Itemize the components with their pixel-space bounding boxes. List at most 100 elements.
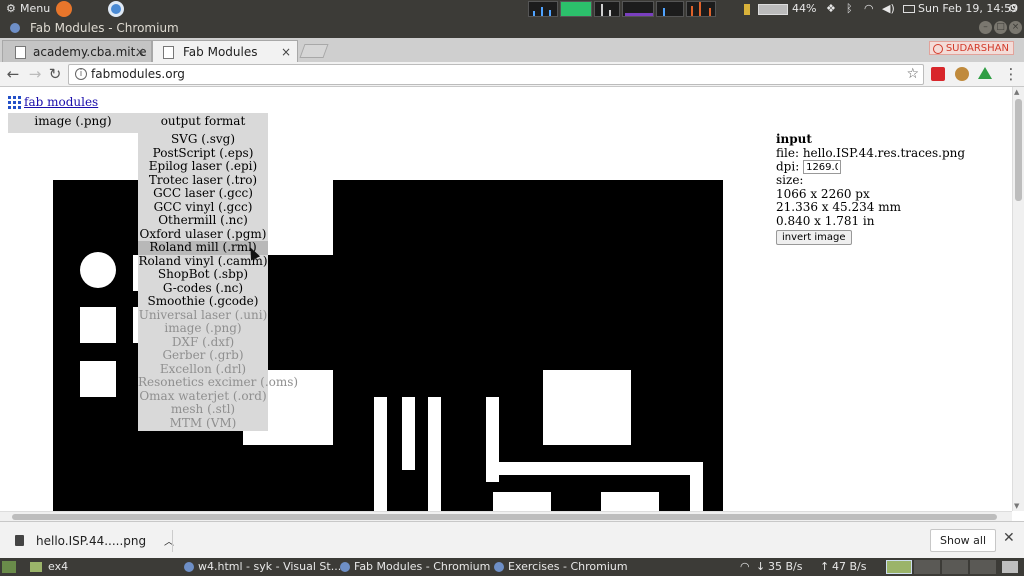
grid-icon: [8, 96, 21, 109]
input-panel: input file: hello.ISP.44.res.traces.png …: [776, 132, 996, 245]
vertical-scroll-thumb[interactable]: [1015, 99, 1022, 201]
workspace-switcher-4[interactable]: [970, 560, 996, 574]
scroll-down-icon[interactable]: ▼: [1014, 502, 1019, 510]
download-item[interactable]: hello.ISP.44.....png ︿: [12, 531, 174, 551]
input-format-selector[interactable]: image (.png): [8, 113, 138, 133]
swap-graph: [622, 1, 654, 17]
upload-arrow-icon: ↑: [820, 560, 830, 573]
bottom-taskbar: ex4 w4.html - syk - Visual St... Fab Mod…: [0, 558, 1024, 576]
profile-button[interactable]: SUDARSHAN: [928, 41, 1014, 55]
google-drive-icon[interactable]: [978, 67, 992, 79]
menu-item-gcc-laser[interactable]: GCC laser (.gcc): [138, 186, 268, 201]
menu-item-epilog-laser[interactable]: Epilog laser (.epi): [138, 159, 268, 174]
network-graph: [594, 1, 620, 17]
menu-item-excellon: Excellon (.drl): [159, 361, 247, 376]
menu-item-resonetics-excimer: Resonetics excimer (.oms): [138, 375, 299, 389]
load-graph: [656, 1, 684, 17]
tab-fab-modules[interactable]: Fab Modules ×: [152, 40, 298, 62]
network-wifi-icon: ◠: [740, 560, 750, 573]
menu-item-omax-waterjet: Omax waterjet (.ord): [139, 388, 267, 403]
taskbar-item-vscode[interactable]: w4.html - syk - Visual St...: [182, 559, 341, 575]
workspace-switcher-3[interactable]: [942, 560, 968, 574]
dpi-row: dpi:: [776, 160, 996, 174]
input-heading: input: [776, 132, 812, 146]
tab-close-icon[interactable]: ×: [135, 41, 145, 62]
chrome-menu-icon[interactable]: ⋮: [1002, 65, 1020, 83]
workspace-switcher-1[interactable]: [886, 560, 912, 574]
menu-item-othermill[interactable]: Othermill (.nc): [138, 213, 268, 228]
power-gear-icon[interactable]: ⚙: [1008, 2, 1018, 16]
menu-item-g-codes[interactable]: G-codes (.nc): [138, 281, 268, 296]
tab-academy[interactable]: academy.cba.mit.e ×: [2, 40, 152, 62]
format-controls: image (.png) output format: [8, 113, 268, 133]
extension-cookie-icon[interactable]: [955, 67, 969, 81]
window-title-bar[interactable]: Fab Modules - Chromium – □ ×: [0, 18, 1024, 38]
file-label: file:: [776, 145, 799, 160]
file-name: hello.ISP.44.res.traces.png: [802, 145, 966, 160]
page-favicon-icon: [15, 46, 26, 59]
bluetooth-icon[interactable]: ᛒ: [846, 2, 853, 16]
menu-item-smoothie[interactable]: Smoothie (.gcode): [138, 294, 268, 309]
menu-item-svg[interactable]: SVG (.svg): [138, 132, 268, 147]
battery-percent: 44%: [792, 2, 817, 15]
output-format-dropdown: SVG (.svg) PostScript (.eps) Epilog lase…: [138, 132, 299, 431]
address-bar[interactable]: i fabmodules.org ☆: [68, 64, 924, 85]
output-format-selector[interactable]: output format: [138, 113, 268, 133]
taskbar-item-ex4[interactable]: ex4: [48, 559, 68, 575]
reload-icon[interactable]: ↻: [46, 65, 64, 83]
power-battery-icon[interactable]: [903, 5, 915, 13]
minimize-button[interactable]: –: [979, 21, 992, 34]
maximize-button[interactable]: □: [994, 21, 1007, 34]
invert-image-button[interactable]: invert image: [776, 230, 852, 245]
dropbox-icon[interactable]: ❖: [826, 2, 836, 16]
close-window-button[interactable]: ×: [1009, 21, 1022, 34]
bookmark-star-icon[interactable]: ☆: [906, 65, 919, 84]
tab-label: Fab Modules: [183, 45, 258, 59]
forward-arrow-icon[interactable]: →: [26, 65, 44, 83]
disk-graph: [686, 1, 716, 17]
download-separator: [172, 530, 173, 552]
taskbar-item-exercises[interactable]: Exercises - Chromium: [492, 559, 628, 575]
menu-item-oxford-ulaser[interactable]: Oxford ulaser (.pgm): [138, 227, 268, 242]
tab-close-icon[interactable]: ×: [281, 41, 291, 62]
file-icon: [15, 535, 24, 546]
menu-item-trotec-laser[interactable]: Trotec laser (.tro): [138, 173, 268, 188]
clock[interactable]: Sun Feb 19, 14:59: [918, 2, 1018, 16]
menu-item-universal-laser: Universal laser (.uni): [138, 307, 268, 322]
net-download-speed: 35 B/s: [768, 560, 803, 573]
extension-red-icon[interactable]: [931, 67, 945, 81]
horizontal-scrollbar[interactable]: [0, 511, 1012, 521]
taskbar-item-fab-modules[interactable]: Fab Modules - Chromium: [338, 559, 490, 575]
back-arrow-icon[interactable]: ←: [4, 65, 22, 83]
system-menu-icon[interactable]: ⚙: [6, 2, 16, 16]
new-tab-button[interactable]: [299, 44, 329, 58]
menu-item-shopbot[interactable]: ShopBot (.sbp): [138, 267, 268, 282]
vertical-scrollbar[interactable]: ▲ ▼: [1012, 87, 1024, 511]
scroll-up-icon[interactable]: ▲: [1014, 88, 1019, 96]
workspace-switcher-2[interactable]: [914, 560, 940, 574]
menu-item-gcc-vinyl[interactable]: GCC vinyl (.gcc): [138, 200, 268, 215]
firefox-launcher-icon[interactable]: [56, 1, 72, 17]
close-download-bar-icon[interactable]: ✕: [1003, 530, 1015, 546]
tab-label: academy.cba.mit.e: [33, 45, 147, 59]
chromium-launcher-icon[interactable]: [108, 1, 124, 17]
window-app-icon: [10, 23, 20, 33]
volume-icon[interactable]: ◀): [882, 2, 895, 16]
tab-strip: academy.cba.mit.e × Fab Modules × SUDARS…: [0, 38, 1024, 62]
menu-item-postscript[interactable]: PostScript (.eps): [138, 146, 268, 161]
show-desktop-icon[interactable]: [2, 561, 16, 573]
download-shelf: hello.ISP.44.....png ︿ Show all ✕: [0, 521, 1024, 558]
fab-modules-link[interactable]: fab modules: [8, 95, 98, 109]
wifi-icon[interactable]: ◠: [864, 2, 874, 16]
show-all-button[interactable]: Show all: [930, 529, 996, 552]
system-menu-label[interactable]: Menu: [20, 2, 50, 16]
site-info-icon[interactable]: i: [75, 68, 87, 80]
menu-item-mesh-stl: mesh (.stl): [170, 402, 236, 416]
dpi-field[interactable]: [803, 160, 842, 174]
horizontal-scroll-thumb[interactable]: [12, 514, 997, 520]
clipboard-icon[interactable]: [744, 4, 750, 15]
size-in: 0.840 x 1.781 in: [776, 213, 875, 228]
memory-graph: [560, 1, 592, 17]
trash-icon[interactable]: [1002, 561, 1018, 573]
file-row: file: hello.ISP.44.res.traces.png: [776, 145, 996, 161]
